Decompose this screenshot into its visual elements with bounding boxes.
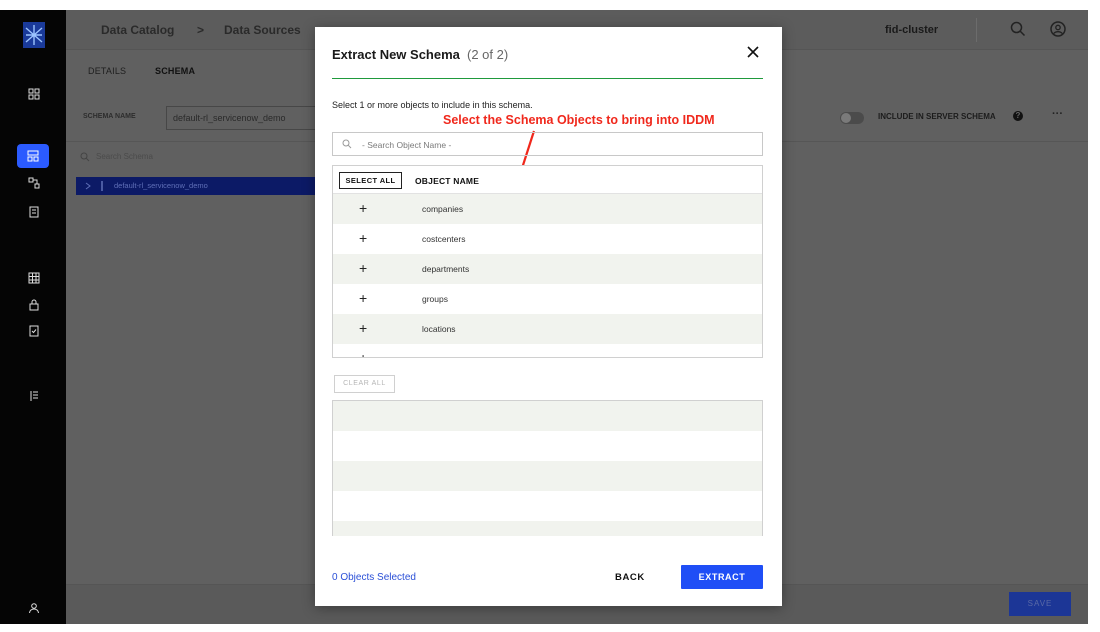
- selected-count: 0 Objects Selected: [332, 572, 416, 583]
- search-icon[interactable]: [1009, 20, 1027, 38]
- breadcrumb-data-sources[interactable]: Data Sources: [224, 23, 301, 37]
- list-item: [333, 461, 762, 491]
- modal-step: (2 of 2): [467, 47, 509, 62]
- account-icon[interactable]: [1049, 20, 1067, 38]
- chevron-right-icon[interactable]: [84, 182, 92, 190]
- checklist-icon[interactable]: [24, 321, 44, 341]
- data-catalog-icon[interactable]: [17, 144, 49, 168]
- add-icon[interactable]: +: [359, 260, 367, 276]
- extract-button[interactable]: EXTRACT: [681, 565, 763, 589]
- close-icon[interactable]: [744, 43, 762, 61]
- more-options-icon[interactable]: ···: [1052, 108, 1063, 120]
- table-row[interactable]: + costcenters: [333, 224, 762, 254]
- object-table: + companies + costcenters + departments + gr…: [332, 165, 763, 358]
- tab-schema[interactable]: SCHEMA: [155, 66, 195, 76]
- integration-icon[interactable]: [24, 173, 44, 193]
- object-name: groups: [422, 294, 448, 304]
- include-server-schema-toggle[interactable]: [840, 112, 864, 124]
- list-item: [333, 521, 762, 536]
- add-icon[interactable]: +: [359, 350, 367, 357]
- modal-instruction: Select 1 or more objects to include in t…: [332, 100, 533, 110]
- add-icon[interactable]: +: [359, 320, 367, 336]
- select-all-button[interactable]: SELECT ALL: [339, 172, 402, 189]
- extract-schema-modal: Extract New Schema (2 of 2) Select 1 or …: [315, 27, 782, 606]
- search-icon: [80, 152, 90, 162]
- schema-node-icon: [101, 181, 103, 191]
- save-button[interactable]: SAVE: [1009, 592, 1071, 616]
- modal-title: Extract New Schema: [332, 47, 460, 62]
- object-name: departments: [422, 264, 470, 274]
- table-row[interactable]: + groups: [333, 284, 762, 314]
- breadcrumb-data-catalog[interactable]: Data Catalog: [101, 23, 174, 37]
- tree-search-input[interactable]: Search Schema: [78, 150, 308, 168]
- cluster-name[interactable]: fid-cluster: [885, 24, 938, 36]
- grid-table-icon[interactable]: [24, 268, 44, 288]
- header-divider: [976, 18, 977, 42]
- object-name: users: [422, 354, 443, 357]
- add-icon[interactable]: +: [359, 230, 367, 246]
- add-icon[interactable]: +: [359, 290, 367, 306]
- tree-item[interactable]: default-rl_servicenow_demo: [76, 177, 316, 195]
- table-row[interactable]: + departments: [333, 254, 762, 284]
- reports-icon[interactable]: [24, 202, 44, 222]
- list-item: [333, 401, 762, 431]
- logs-icon[interactable]: [24, 386, 44, 406]
- user-settings-icon[interactable]: [24, 598, 44, 618]
- schema-name-field[interactable]: default-rl_servicenow_demo: [166, 106, 316, 130]
- lock-icon[interactable]: [24, 295, 44, 315]
- step-progress-bar: [332, 78, 763, 79]
- help-icon[interactable]: ?: [1013, 111, 1023, 121]
- include-server-schema-label: INCLUDE IN SERVER SCHEMA: [878, 112, 996, 121]
- object-name: companies: [422, 204, 464, 214]
- search-icon: [342, 139, 352, 149]
- back-button[interactable]: BACK: [615, 572, 645, 583]
- object-name: costcenters: [422, 234, 466, 244]
- table-row[interactable]: + companies: [333, 194, 762, 224]
- object-search-placeholder: - Search Object Name -: [362, 140, 452, 150]
- schema-name-label: SCHEMA NAME: [83, 113, 136, 120]
- clear-all-button[interactable]: CLEAR ALL: [334, 375, 395, 393]
- object-name-column-header: OBJECT NAME: [415, 176, 480, 186]
- tab-details[interactable]: DETAILS: [88, 66, 126, 76]
- object-name: locations: [422, 324, 456, 334]
- app-logo-icon: [23, 22, 45, 48]
- table-header: SELECT ALL OBJECT NAME: [333, 166, 762, 194]
- tree-item-label: default-rl_servicenow_demo: [114, 181, 208, 190]
- table-row[interactable]: + locations: [333, 314, 762, 344]
- tree-search-placeholder: Search Schema: [96, 152, 153, 161]
- annotation-callout: Select the Schema Objects to bring into …: [443, 113, 715, 127]
- selected-objects-list: [332, 400, 763, 536]
- sidebar: [0, 10, 66, 624]
- dashboard-icon[interactable]: [24, 84, 44, 104]
- add-icon[interactable]: +: [359, 200, 367, 216]
- table-row[interactable]: + users: [333, 344, 762, 357]
- object-search-input[interactable]: - Search Object Name -: [332, 132, 763, 156]
- breadcrumb-separator: >: [197, 23, 205, 37]
